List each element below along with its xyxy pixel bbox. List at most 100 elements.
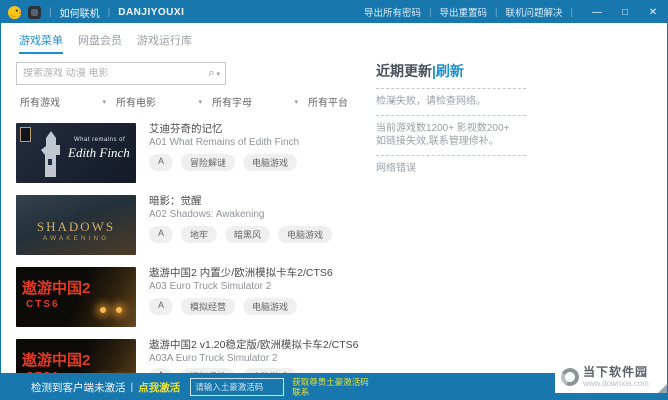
tag-row: A 地牢 暗黑风 电脑游戏 [149,226,333,243]
get-code-line2: 联系 [292,387,310,397]
tab-game-menu[interactable]: 游戏菜单 [19,32,63,54]
tag-letter[interactable]: A [149,298,174,315]
app-title: DANJIYOUXI [118,6,185,18]
caret-down-icon: ▾ [294,98,298,106]
titlebar-right: 导出所有密码 导出重置码 联机问题解决 — □ ✕ [358,1,667,23]
recent-updates-title: 近期更新 [376,63,432,79]
get-code-link[interactable]: 获取尊贵土豪激活码 联系 [292,377,369,397]
game-cover: 遨游中国2 CTS6 [16,267,136,327]
panel-heading: 近期更新刷新 [376,61,536,81]
caret-down-icon: ▾ [102,98,106,106]
cover-text-small: AWAKENING [42,235,110,242]
game-subtitle: A03 Euro Truck Simulator 2 [149,281,272,292]
cover-text-large: SHADOWS [36,219,116,234]
window-controls: — □ ✕ [583,1,667,23]
tag-platform[interactable]: 电脑游戏 [243,298,298,315]
app-icon [28,5,41,19]
network-status-text: 检测失败，请检查网络。 [376,96,486,107]
cover-text-large: 遨游中国2 [22,352,91,369]
activation-status-text: 检测到客户端未激活 [31,381,126,394]
search-icon[interactable]: ⌕ [208,67,216,80]
watermark-text: 当下软件园 www.downxia.com [583,365,649,389]
dashed-divider [376,88,526,89]
tag-letter[interactable]: A [149,154,174,171]
downxia-watermark: 当下软件园 www.downxia.com [555,361,667,393]
game-row-edith-finch[interactable]: What remains of Edith Finch 艾迪芬奇的记忆 A01 … [16,123,366,185]
footer-separator [131,381,134,393]
library-stats-text: 当前游戏数1200+ 影视数200+ [376,123,510,134]
titlebar-separator [495,7,497,18]
activation-code-input[interactable] [190,378,285,396]
filter-all-letters[interactable]: 所有字母 ▾ [208,91,304,112]
titlebar-separator [429,7,431,18]
minimize-button[interactable]: — [583,1,611,23]
truck-headlight [100,307,106,313]
filter-row: 所有游戏 ▾ 所有电影 ▾ 所有字母 ▾ 所有平台 ▾ [16,91,400,112]
game-cover: SHADOWS AWAKENING [16,195,136,255]
filter-label: 所有电影 [116,98,156,109]
game-info: 遨游中国2 v1.20稳定版/欧洲模拟卡车2/CTS6 A03A Euro Tr… [149,339,369,365]
chick-logo-icon [7,5,22,19]
titlebar-separator [571,7,573,18]
site-name: 当下软件园 [583,365,649,379]
search-input[interactable] [17,68,209,79]
cover-text-small: CTS6 [26,299,60,310]
game-cover: What remains of Edith Finch [16,123,136,183]
game-row-euro-truck-2[interactable]: 遨游中国2 CTS6 遨游中国2 内置少/欧洲模拟卡车2/CTS6 A03 Eu… [16,267,366,329]
search-caret-icon[interactable]: ▾ [216,70,225,78]
how-to-connect-link[interactable]: 如何联机 [60,5,100,20]
online-problem-link[interactable]: 联机问题解决 [500,5,569,19]
tag-row: A 模拟经营 电脑游戏 [149,298,298,315]
tab-netdisk-member[interactable]: 网盘会员 [78,32,122,54]
tab-game-runtime[interactable]: 游戏运行库 [137,32,192,54]
tag-row: A 冒险解谜 电脑游戏 [149,154,298,171]
close-button[interactable]: ✕ [639,1,667,23]
tag-genre[interactable]: 地牢 [181,226,218,243]
tag-style[interactable]: 暗黑风 [225,226,271,243]
award-badge-icon [20,127,31,142]
app-window: 如何联机 DANJIYOUXI 导出所有密码 导出重置码 联机问题解决 — □ … [0,0,668,400]
cover-text-large: 遨游中国2 [22,280,91,297]
downxia-logo-icon [558,365,582,389]
contact-admin-text: 如链接失效,联系管理修补。 [376,136,499,147]
site-url: www.downxia.com [583,379,649,388]
truck-headlight [116,307,122,313]
dashed-divider [376,115,526,116]
game-title: 遨游中国2 内置少/欧洲模拟卡车2/CTS6 [149,267,333,279]
game-title: 遨游中国2 v1.20稳定版/欧洲模拟卡车2/CTS6 [149,339,359,351]
game-subtitle: A02 Shadows: Awakening [149,209,265,220]
caret-down-icon: ▾ [198,98,202,106]
tab-bar: 游戏菜单 网盘会员 游戏运行库 [19,32,192,54]
tower-illustration [41,131,60,177]
filter-all-movies[interactable]: 所有电影 ▾ [112,91,208,112]
cover-text-large: Edith Finch [68,145,130,160]
tag-platform[interactable]: 电脑游戏 [243,154,298,171]
titlebar-separator [49,7,52,18]
network-error-text: 网络错误 [376,163,416,174]
filter-label: 所有平台 [308,98,348,109]
tag-platform[interactable]: 电脑游戏 [278,226,333,243]
game-info: 艾迪芬奇的记忆 A01 What Remains of Edith Finch [149,123,369,149]
game-title: 暗影：觉醒 [149,195,202,207]
game-subtitle: A03A Euro Truck Simulator 2 [149,353,278,364]
search-box: ⌕ ▾ [16,62,226,85]
export-reset-code-link[interactable]: 导出重置码 [434,5,494,19]
game-info: 遨游中国2 内置少/欧洲模拟卡车2/CTS6 A03 Euro Truck Si… [149,267,369,293]
game-row-shadows-awakening[interactable]: SHADOWS AWAKENING 暗影：觉醒 A02 Shadows: Awa… [16,195,366,257]
refresh-link[interactable]: 刷新 [436,63,464,79]
dashed-divider [376,155,526,156]
tag-letter[interactable]: A [149,226,174,243]
game-info: 暗影：觉醒 A02 Shadows: Awakening [149,195,369,221]
corner-fold [658,384,667,393]
cover-text-small: What remains of [74,137,126,143]
activate-link[interactable]: 点我激活 [138,380,180,395]
filter-label: 所有字母 [212,98,252,109]
tag-genre[interactable]: 冒险解谜 [181,154,236,171]
filter-all-games[interactable]: 所有游戏 ▾ [16,91,112,112]
titlebar-left: 如何联机 DANJIYOUXI [1,5,184,20]
titlebar: 如何联机 DANJIYOUXI 导出所有密码 导出重置码 联机问题解决 — □ … [1,1,667,23]
filter-label: 所有游戏 [20,98,60,109]
maximize-button[interactable]: □ [611,1,639,23]
tag-genre[interactable]: 模拟经营 [181,298,236,315]
export-all-passwords-link[interactable]: 导出所有密码 [358,5,427,19]
